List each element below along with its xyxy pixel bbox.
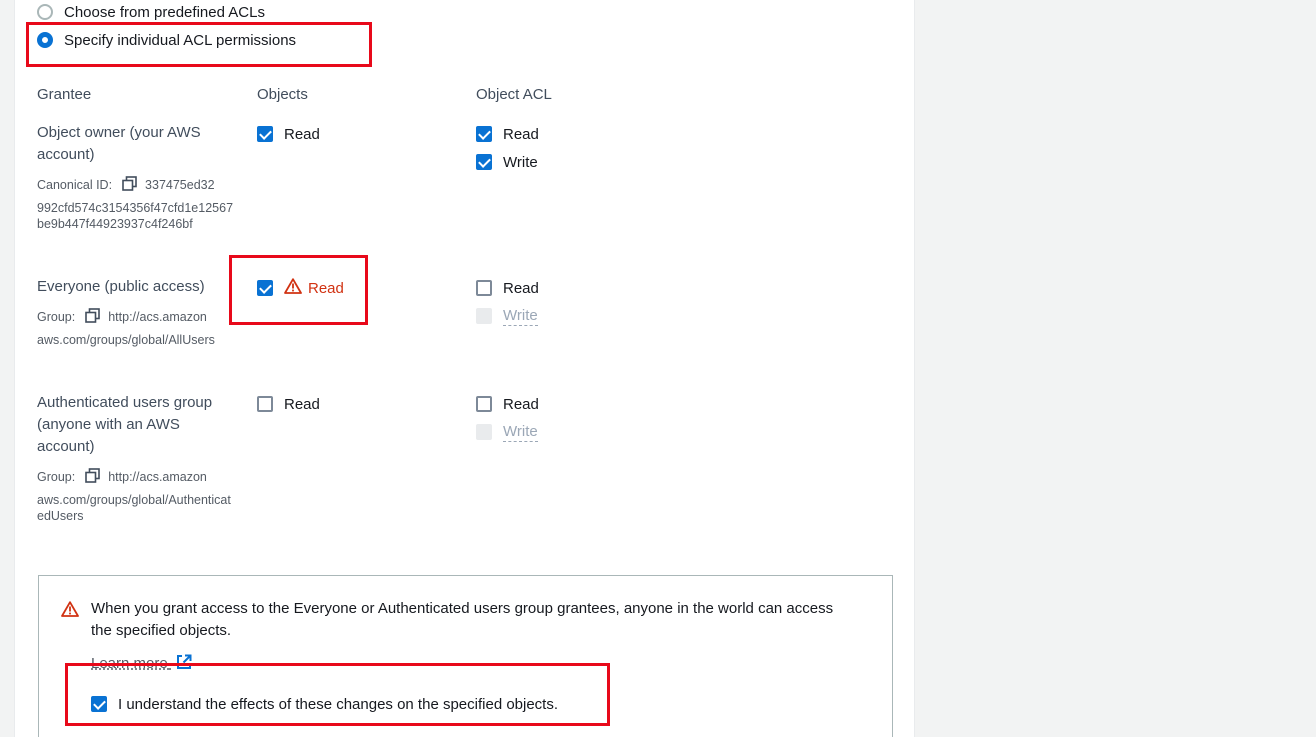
- highlight-box-everyone-read: [229, 255, 368, 325]
- acl-panel: Choose from predefined ACLs Specify indi…: [14, 0, 915, 737]
- canonical-id-label: Canonical ID:: [37, 177, 113, 192]
- highlight-box-acknowledge: [65, 663, 610, 726]
- owner-objects-read-checkbox[interactable]: Read: [257, 124, 320, 144]
- checkbox-label: Read: [284, 125, 320, 143]
- checkbox-label: Write: [503, 153, 538, 171]
- warning-icon: [61, 601, 79, 622]
- grantee-header: Grantee: [37, 86, 92, 103]
- authenticated-group: Group: http://acs.amazon: [37, 468, 207, 487]
- checkbox-label: Write: [503, 422, 538, 442]
- predefined-acls-label: Choose from predefined ACLs: [64, 3, 265, 21]
- authenticated-acl-read-checkbox[interactable]: Read: [476, 394, 539, 414]
- group-label: Group:: [37, 309, 76, 324]
- group-label: Group:: [37, 469, 76, 484]
- checkbox-label: Write: [503, 306, 538, 326]
- radio-circle[interactable]: [37, 4, 53, 20]
- owner-acl-read-checkbox[interactable]: Read: [476, 124, 539, 144]
- checkbox[interactable]: [476, 154, 492, 170]
- grantee-authenticated-name: Authenticated users group (anyone with a…: [37, 394, 213, 455]
- canonical-id: Canonical ID: 337475ed32: [37, 176, 215, 195]
- copy-icon[interactable]: [85, 308, 101, 327]
- highlight-box-radio: [26, 22, 372, 67]
- checkbox-label: Read: [503, 279, 539, 297]
- checkbox-label: Read: [503, 395, 539, 413]
- grantee-owner-name: Object owner (your AWS account): [37, 124, 201, 163]
- alert-message: When you grant access to the Everyone or…: [91, 600, 834, 639]
- group-value-start: http://acs.amazon: [108, 469, 207, 484]
- checkbox-disabled: [476, 308, 492, 324]
- checkbox-disabled: [476, 424, 492, 440]
- everyone-acl-write-checkbox: Write: [476, 306, 538, 326]
- owner-acl-write-checkbox[interactable]: Write: [476, 152, 538, 172]
- canonical-id-value-start: 337475ed32: [145, 177, 215, 192]
- authenticated-objects-read-checkbox[interactable]: Read: [257, 394, 320, 414]
- checkbox[interactable]: [257, 396, 273, 412]
- group-value-rest: aws.com/groups/global/AllUsers: [37, 333, 215, 347]
- everyone-group: Group: http://acs.amazon: [37, 308, 207, 327]
- objects-header: Objects: [257, 86, 308, 103]
- checkbox[interactable]: [476, 280, 492, 296]
- canonical-id-value-rest: 992cfd574c3154356f47cfd1e12567be9b447f44…: [37, 201, 234, 231]
- everyone-acl-read-checkbox[interactable]: Read: [476, 278, 539, 298]
- group-value-start: http://acs.amazon: [108, 309, 207, 324]
- copy-icon[interactable]: [122, 176, 137, 195]
- checkbox[interactable]: [476, 396, 492, 412]
- checkbox-label: Read: [284, 395, 320, 413]
- checkbox-label: Read: [503, 125, 539, 143]
- copy-icon[interactable]: [85, 468, 101, 487]
- grantee-everyone-name: Everyone (public access): [37, 278, 205, 295]
- predefined-acls-radio[interactable]: Choose from predefined ACLs: [37, 2, 265, 22]
- checkbox[interactable]: [257, 126, 273, 142]
- object-acl-header: Object ACL: [476, 86, 552, 103]
- group-value-rest: aws.com/groups/global/AuthenticatedUsers: [37, 493, 231, 523]
- checkbox[interactable]: [476, 126, 492, 142]
- authenticated-acl-write-checkbox: Write: [476, 422, 538, 442]
